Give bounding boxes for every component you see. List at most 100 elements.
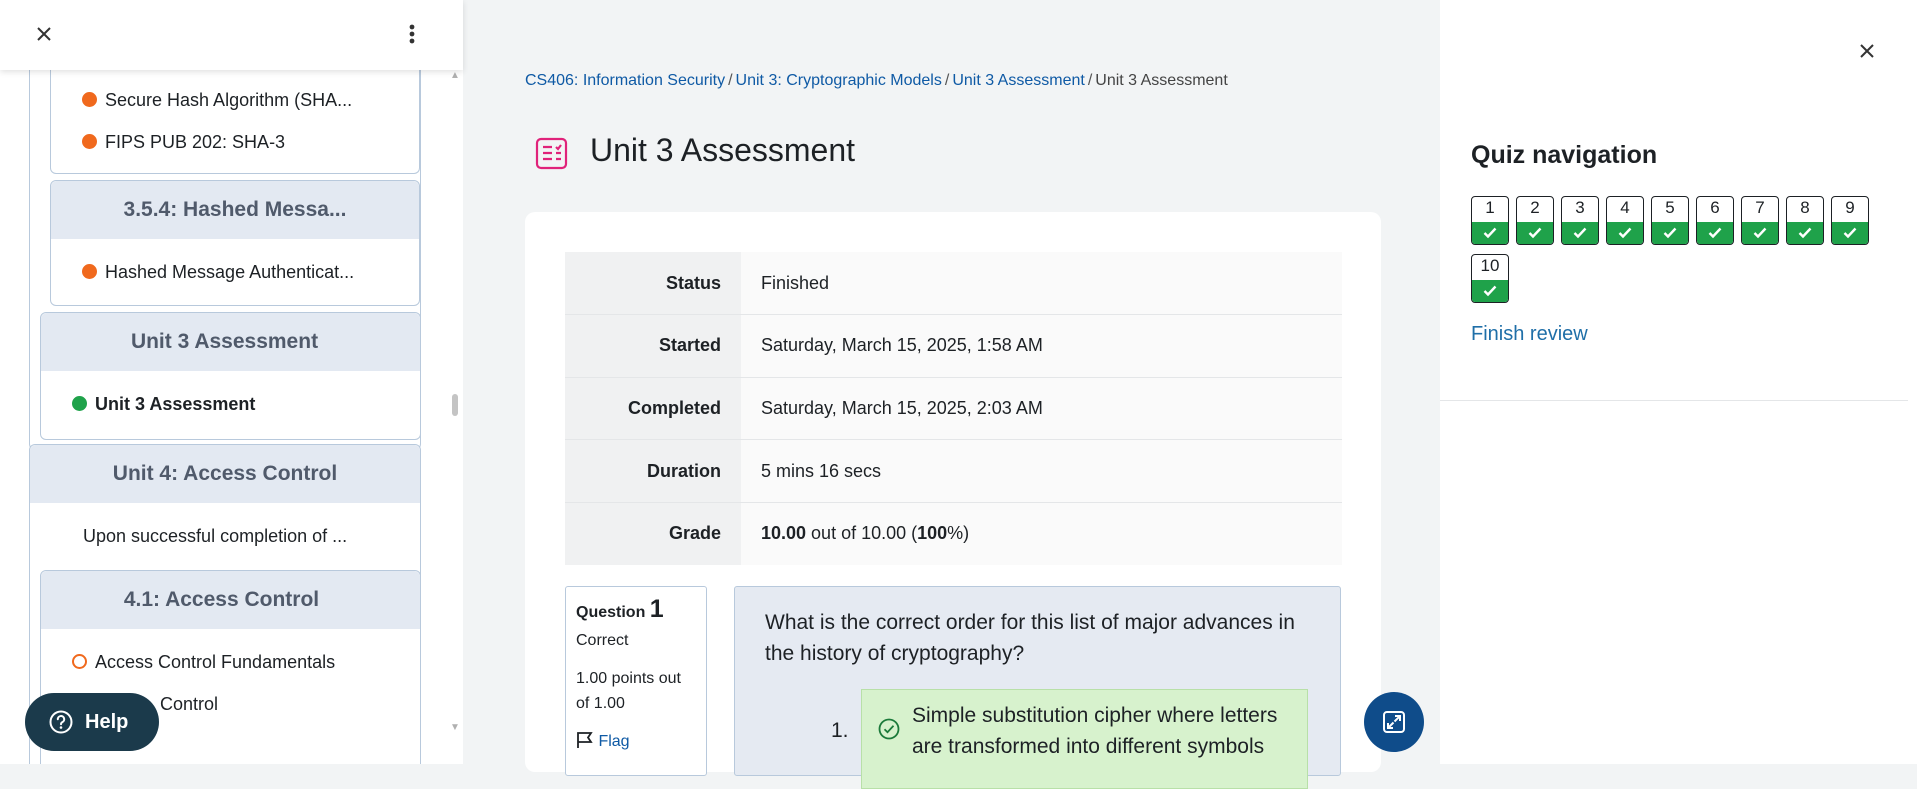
status-value: Finished <box>741 252 1342 316</box>
scroll-down-icon[interactable]: ▼ <box>450 722 460 733</box>
close-icon[interactable] <box>32 22 56 46</box>
question-number: 5 <box>1665 198 1675 217</box>
complete-dot-icon <box>72 395 87 411</box>
check-circle-icon <box>878 718 900 740</box>
correct-indicator <box>1607 222 1643 244</box>
question-number: 1 <box>649 595 664 623</box>
correct-indicator <box>1472 280 1508 302</box>
flag-question-button[interactable]: Flag <box>576 731 696 751</box>
question-number: 10 <box>1480 256 1500 275</box>
drawer-scrollbar[interactable]: ▲ ▼ <box>449 70 463 764</box>
quiz-nav-question-9[interactable]: 9 <box>1831 196 1869 245</box>
activity-hmac[interactable]: Hashed Message Authenticat... <box>82 262 354 283</box>
correct-indicator <box>1652 222 1688 244</box>
quiz-nav-question-2[interactable]: 2 <box>1516 196 1554 245</box>
check-icon <box>1483 285 1497 297</box>
unit-4-header[interactable]: Unit 4: Access Control <box>30 445 420 503</box>
subsection-41-header[interactable]: 4.1: Access Control <box>41 571 420 629</box>
question-label: Question <box>576 604 646 621</box>
table-row: Duration 5 mins 16 secs <box>565 439 1342 503</box>
quiz-nav-question-3[interactable]: 3 <box>1561 196 1599 245</box>
incomplete-dot-icon <box>82 133 97 149</box>
scrollbar-thumb[interactable] <box>452 394 458 416</box>
quiz-nav-question-7[interactable]: 7 <box>1741 196 1779 245</box>
quiz-nav-question-8[interactable]: 8 <box>1786 196 1824 245</box>
scroll-up-icon[interactable]: ▲ <box>450 70 460 81</box>
not-started-dot-icon <box>72 653 87 669</box>
check-icon <box>1663 227 1677 239</box>
incomplete-dot-icon <box>82 263 97 279</box>
activity-ac-fundamentals[interactable]: Access Control Fundamentals <box>72 652 335 673</box>
activity-ac-partial[interactable]: Control <box>160 694 218 715</box>
correct-indicator <box>1562 222 1598 244</box>
grade-end: %) <box>947 523 970 544</box>
question-number: 4 <box>1620 198 1630 217</box>
question-number: 7 <box>1755 198 1765 217</box>
quiz-navigation-drawer: Quiz navigation 1 2 3 4 5 6 7 8 9 10 Finish revie… <box>1440 0 1917 764</box>
subsection-354-header[interactable]: 3.5.4: Hashed Messa... <box>51 181 419 239</box>
check-icon <box>1573 227 1587 239</box>
table-row: Started Saturday, March 15, 2025, 1:58 A… <box>565 314 1342 378</box>
help-label: Help <box>85 711 129 733</box>
quiz-nav-question-10[interactable]: 10 <box>1471 254 1509 303</box>
correct-indicator <box>1697 222 1733 244</box>
main-content: CS406: Information Security / Unit 3: Cryp… <box>463 0 1440 789</box>
grade-value: 10.00 out of 10.00 (100%) <box>741 502 1342 565</box>
quiz-nav-question-5[interactable]: 5 <box>1651 196 1689 245</box>
row-label: Completed <box>565 377 741 441</box>
fullscreen-button[interactable] <box>1364 692 1424 752</box>
completed-value: Saturday, March 15, 2025, 2:03 AM <box>741 377 1342 441</box>
correct-indicator <box>1832 222 1868 244</box>
attempt-summary-table: Status Finished Started Saturday, March … <box>565 252 1342 565</box>
divider <box>1440 400 1908 401</box>
help-button[interactable]: Help <box>25 693 159 751</box>
quiz-icon <box>535 137 568 170</box>
more-options-icon[interactable] <box>400 20 424 48</box>
expand-icon <box>1383 711 1405 733</box>
unit-4-intro[interactable]: Upon successful completion of ... <box>83 526 347 547</box>
row-label: Duration <box>565 439 741 503</box>
grade-mid: out of 10.00 ( <box>806 523 918 544</box>
quiz-nav-question-1[interactable]: 1 <box>1471 196 1509 245</box>
question-number: 9 <box>1845 198 1855 217</box>
close-icon[interactable] <box>1855 39 1879 63</box>
finish-review-link[interactable]: Finish review <box>1471 323 1588 346</box>
row-label: Grade <box>565 502 741 565</box>
breadcrumb: CS406: Information Security / Unit 3: Cryp… <box>525 72 1228 90</box>
row-label: Status <box>565 252 741 316</box>
breadcrumb-section-link[interactable]: Unit 3 Assessment <box>952 72 1085 89</box>
breadcrumb-unit-link[interactable]: Unit 3: Cryptographic Models <box>736 72 942 89</box>
table-row: Status Finished <box>565 252 1342 316</box>
breadcrumb-separator: / <box>1087 72 1093 89</box>
grade-score: 10.00 <box>761 523 807 544</box>
activity-sha3[interactable]: FIPS PUB 202: SHA-3 <box>82 132 285 153</box>
question-number: 3 <box>1575 198 1585 217</box>
breadcrumb-separator: / <box>728 72 733 89</box>
duration-value: 5 mins 16 secs <box>741 439 1342 503</box>
check-icon <box>1798 227 1812 239</box>
breadcrumb-course-link[interactable]: CS406: Information Security <box>525 72 725 89</box>
check-icon <box>1753 227 1767 239</box>
question-state: Correct <box>576 632 629 649</box>
question-circle-icon <box>49 710 73 734</box>
unit-3-assessment-header[interactable]: Unit 3 Assessment <box>41 313 420 371</box>
correct-indicator <box>1742 222 1778 244</box>
question-number: 8 <box>1800 198 1810 217</box>
activity-sha[interactable]: Secure Hash Algorithm (SHA... <box>82 90 352 111</box>
flag-label: Flag <box>598 733 630 750</box>
breadcrumb-separator: / <box>944 72 950 89</box>
subsection-353 <box>50 70 420 174</box>
answer-item: Simple substitution cipher where letters… <box>861 689 1308 789</box>
quiz-navigation-title: Quiz navigation <box>1471 141 1658 169</box>
correct-indicator <box>1787 222 1823 244</box>
question-heading: Question 1 <box>576 595 696 624</box>
activity-unit-3-assessment[interactable]: Unit 3 Assessment <box>72 394 255 415</box>
course-index-drawer: Secure Hash Algorithm (SHA... FIPS PUB 2… <box>0 0 463 764</box>
answer-text: Simple substitution cipher where letters… <box>912 704 1278 758</box>
correct-indicator <box>1472 222 1508 244</box>
quiz-nav-question-4[interactable]: 4 <box>1606 196 1644 245</box>
quiz-nav-question-6[interactable]: 6 <box>1696 196 1734 245</box>
question-number: 1 <box>1485 198 1495 217</box>
flag-icon <box>577 732 593 748</box>
question-content: What is the correct order for this list … <box>734 586 1341 789</box>
